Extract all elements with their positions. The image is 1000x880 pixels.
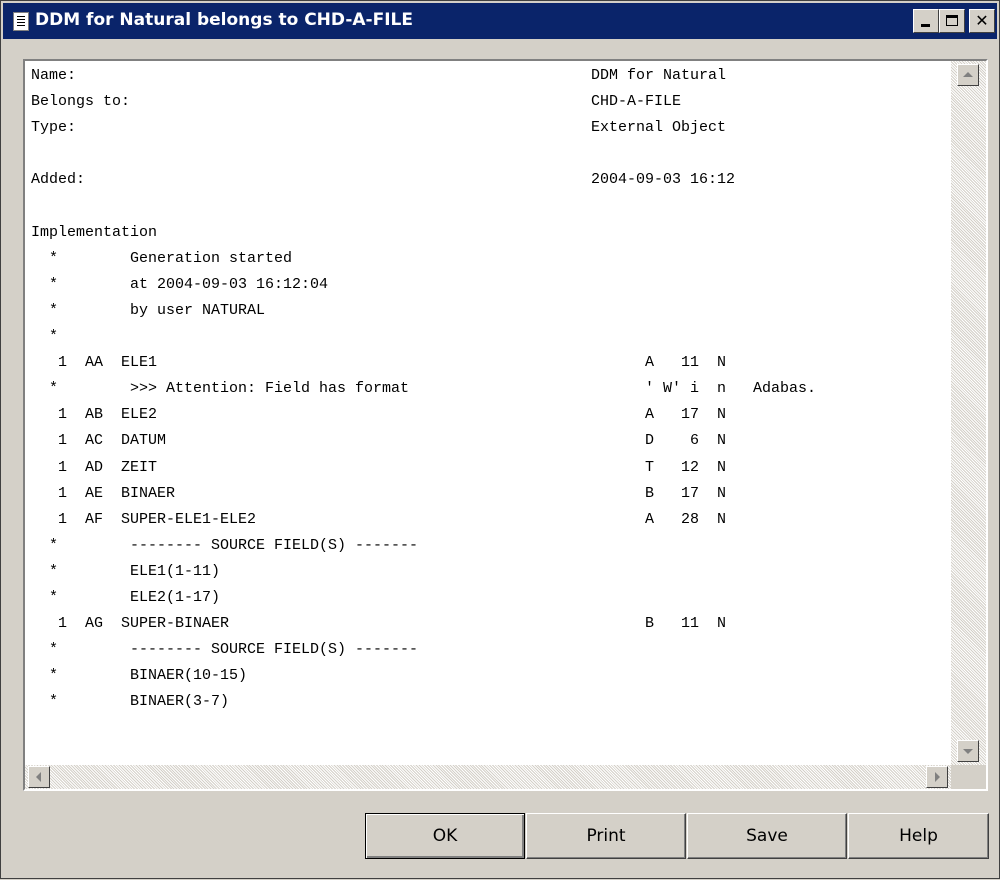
dialog-window: DDM for Natural belongs to CHD-A-FILE ✕ …	[0, 0, 1000, 879]
line-value-text: A 28 N	[645, 510, 727, 528]
line-field-text: * >>> Attention: Field has format	[31, 380, 410, 398]
scroll-down-button[interactable]	[957, 740, 979, 762]
line-value-text: 2004-09-03 16:12	[591, 171, 736, 189]
content-line: *	[31, 324, 951, 350]
line-value-text: ' W' i n Adabas.	[645, 380, 817, 398]
details-panel: Name: DDM for Natural Belongs to: CHD-A-FIL…	[23, 59, 988, 791]
content-line	[31, 141, 951, 167]
content-line: 1 AF SUPER-ELE1-ELE2 A 28 N	[31, 507, 951, 533]
content-line	[31, 194, 951, 220]
content-line: * by user NATURAL	[31, 298, 951, 324]
content-line: * at 2004-09-03 16:12:04	[31, 272, 951, 298]
line-value-text: CHD-A-FILE	[591, 93, 682, 111]
line-field-text: * at 2004-09-03 16:12:04	[31, 275, 329, 293]
minimize-button[interactable]	[913, 9, 939, 33]
line-field-text: Type:	[31, 119, 77, 137]
content-line: Type: External Object	[31, 115, 951, 141]
vertical-scrollbar[interactable]	[951, 61, 986, 765]
content-line: 1 AE BINAER B 17 N	[31, 481, 951, 507]
line-field-text: 1 AF SUPER-ELE1-ELE2	[31, 510, 257, 528]
line-value-text: T 12 N	[645, 458, 727, 476]
content-line: Added: 2004-09-03 16:12	[31, 167, 951, 193]
print-button[interactable]: Print	[526, 813, 686, 859]
button-bar: OK Print Save Help	[1, 801, 1000, 880]
up-arrow-icon	[963, 72, 973, 77]
line-field-text: 1 AG SUPER-BINAER	[31, 615, 230, 633]
content-line: 1 AC DATUM D 6 N	[31, 428, 951, 454]
line-field-text: * BINAER(3-7)	[31, 693, 230, 711]
line-field-text: * -------- SOURCE FIELD(S) -------	[31, 536, 419, 554]
line-field-text: 1 AD ZEIT	[31, 458, 158, 476]
line-field-text: 1 AE BINAER	[31, 484, 176, 502]
line-field-text: Belongs to:	[31, 93, 131, 111]
right-arrow-icon	[935, 772, 940, 782]
line-value-text: D 6 N	[645, 432, 727, 450]
line-field-text: * Generation started	[31, 249, 293, 267]
close-button[interactable]: ✕	[969, 9, 995, 33]
save-button[interactable]: Save	[687, 813, 847, 859]
line-value-text: DDM for Natural	[591, 67, 727, 84]
ok-button[interactable]: OK	[365, 813, 525, 859]
line-field-text: * by user NATURAL	[31, 301, 266, 319]
document-icon	[13, 12, 29, 31]
details-text[interactable]: Name: DDM for Natural Belongs to: CHD-A-FIL…	[25, 61, 951, 765]
line-value-text: A 11 N	[645, 354, 727, 372]
window-title: DDM for Natural belongs to CHD-A-FILE	[35, 10, 413, 30]
scroll-right-button[interactable]	[926, 766, 948, 788]
maximize-button[interactable]	[939, 9, 965, 33]
line-field-text: * ELE1(1-11)	[31, 562, 221, 580]
line-value-text: External Object	[591, 119, 727, 137]
down-arrow-icon	[963, 749, 973, 754]
line-value-text: B 11 N	[645, 615, 727, 633]
content-line: * BINAER(3-7)	[31, 689, 951, 715]
content-line: 1 AD ZEIT T 12 N	[31, 455, 951, 481]
line-value-text: A 17 N	[645, 406, 727, 424]
content-line: * ELE1(1-11)	[31, 559, 951, 585]
help-button[interactable]: Help	[848, 813, 989, 859]
content-line: 1 AG SUPER-BINAER B 11 N	[31, 611, 951, 637]
minimize-icon	[921, 24, 930, 27]
line-field-text: * -------- SOURCE FIELD(S) -------	[31, 641, 419, 659]
close-icon: ✕	[975, 11, 989, 30]
line-field-text: *	[31, 328, 59, 345]
line-field-text: Added:	[31, 171, 86, 189]
content-line: * -------- SOURCE FIELD(S) -------	[31, 637, 951, 663]
line-field-text: Implementation	[31, 223, 158, 241]
line-value-text: B 17 N	[645, 484, 727, 502]
scroll-left-button[interactable]	[28, 766, 50, 788]
content-line: Belongs to: CHD-A-FILE	[31, 89, 951, 115]
content-line: 1 AB ELE2 A 17 N	[31, 402, 951, 428]
scroll-up-button[interactable]	[957, 64, 979, 86]
horizontal-scrollbar[interactable]	[25, 765, 951, 789]
content-line: * BINAER(10-15)	[31, 663, 951, 689]
line-field-text: * ELE2(1-17)	[31, 589, 221, 606]
line-field-text: 1 AB ELE2	[31, 406, 158, 424]
content-line: * ELE2(1-17)	[31, 585, 951, 611]
content-line: Implementation	[31, 220, 951, 246]
line-field-text: 1 AA ELE1	[31, 354, 158, 372]
content-line: * >>> Attention: Field has format ' W' i …	[31, 376, 951, 402]
maximize-icon	[946, 15, 958, 26]
content-line: 1 AA ELE1 A 11 N	[31, 350, 951, 376]
content-line: * Generation started	[31, 246, 951, 272]
content-line: * -------- SOURCE FIELD(S) -------	[31, 533, 951, 559]
scrollbar-corner	[951, 765, 986, 789]
title-bar[interactable]: DDM for Natural belongs to CHD-A-FILE ✕	[3, 3, 997, 39]
line-field-text: Name:	[31, 67, 77, 84]
line-field-text: 1 AC DATUM	[31, 432, 167, 450]
line-field-text: * BINAER(10-15)	[31, 667, 248, 685]
left-arrow-icon	[36, 772, 41, 782]
content-line: Name: DDM for Natural	[31, 63, 951, 89]
